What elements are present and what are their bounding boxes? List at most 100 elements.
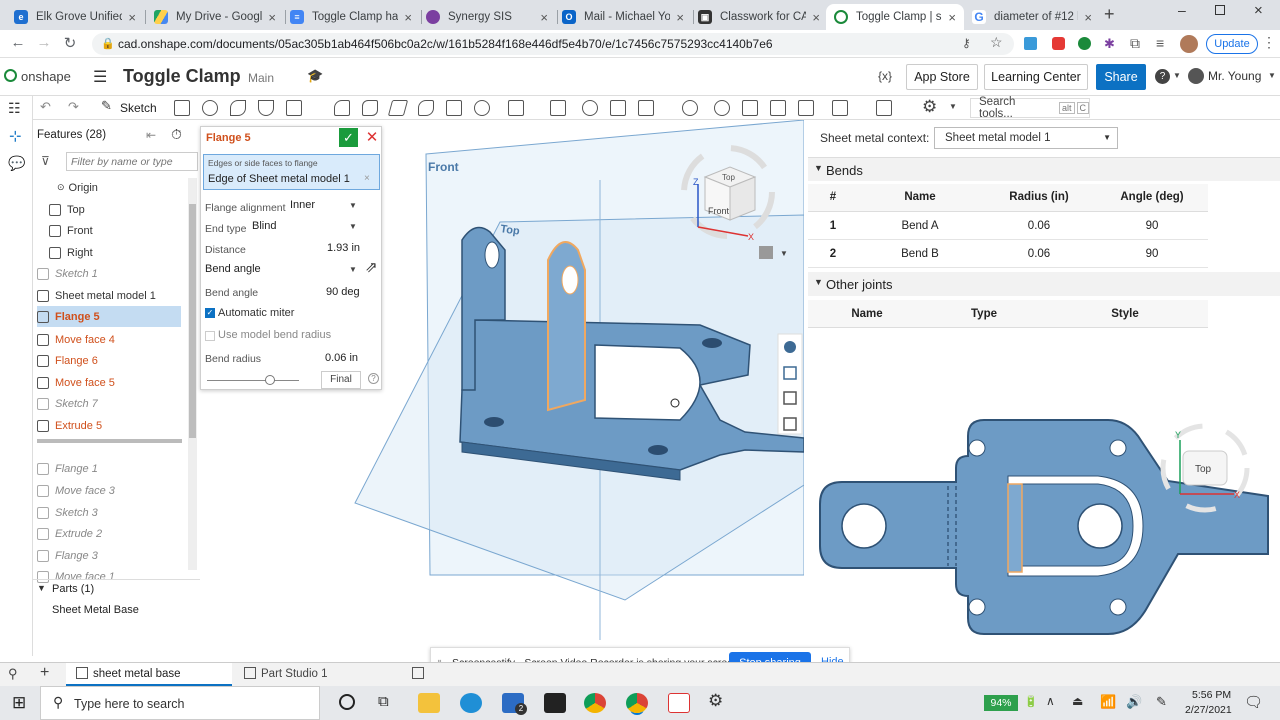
app-logo[interactable]: onshape bbox=[21, 69, 71, 84]
feature-item[interactable]: Top bbox=[49, 199, 181, 220]
flip-direction-icon[interactable]: ⇗ bbox=[365, 258, 378, 276]
windows-start-icon[interactable]: ⊞ bbox=[12, 693, 26, 713]
update-button[interactable]: Update bbox=[1206, 34, 1258, 54]
mirror-icon[interactable] bbox=[550, 100, 566, 116]
hamburger-icon[interactable]: ☰ bbox=[93, 67, 107, 87]
browser-tab[interactable]: Synergy SIS × bbox=[418, 4, 556, 30]
feature-item[interactable]: Sketch 3 bbox=[37, 502, 181, 523]
maximize-icon[interactable] bbox=[1215, 5, 1225, 15]
end-type-select[interactable]: Blind bbox=[252, 220, 276, 232]
cancel-x-icon[interactable]: ✕ bbox=[365, 128, 379, 147]
tab-part-studio-1[interactable]: Part Studio 1 bbox=[236, 663, 402, 686]
feature-list-icon[interactable]: ☷ bbox=[8, 100, 21, 117]
chevron-down-icon[interactable]: ▼ bbox=[349, 265, 357, 274]
search-icon[interactable]: ⚲ bbox=[8, 666, 18, 682]
close-icon[interactable]: × bbox=[676, 10, 684, 25]
feature-item[interactable]: ⊙ Origin bbox=[57, 177, 181, 198]
feature-item[interactable]: Sheet metal model 1 bbox=[37, 285, 181, 306]
parts-header[interactable]: Parts (1) bbox=[52, 583, 94, 595]
view-mode-icon[interactable] bbox=[759, 246, 773, 259]
bends-section-header[interactable]: ▼ Bends bbox=[808, 157, 1280, 181]
feature-item[interactable]: Front bbox=[49, 220, 181, 241]
cortana-icon[interactable] bbox=[339, 694, 355, 710]
profile-avatar[interactable] bbox=[1180, 35, 1198, 53]
chevron-up-icon[interactable]: ∧ bbox=[1046, 694, 1055, 708]
usb-icon[interactable]: ⏏ bbox=[1072, 694, 1083, 708]
column-header[interactable]: Name bbox=[808, 308, 926, 320]
file-explorer-icon[interactable] bbox=[418, 693, 440, 713]
forward-icon[interactable]: → bbox=[34, 34, 54, 51]
hole-icon[interactable] bbox=[474, 100, 490, 116]
battery-icon[interactable]: 🔋 bbox=[1024, 695, 1038, 708]
final-button[interactable]: Final bbox=[321, 371, 361, 389]
pdf-icon[interactable] bbox=[668, 693, 690, 713]
reload-icon[interactable]: ↻ bbox=[60, 34, 80, 52]
chevron-down-icon[interactable]: ▼ bbox=[780, 249, 788, 258]
bend-radius-input[interactable]: 0.06 in bbox=[325, 352, 358, 364]
browser-tab[interactable]: e Elk Grove Unified × bbox=[6, 4, 144, 30]
battery-indicator[interactable]: 94% bbox=[984, 695, 1018, 711]
chevron-down-icon[interactable]: ▼ bbox=[37, 583, 46, 593]
delete-part-icon[interactable] bbox=[682, 100, 698, 116]
help-icon[interactable]: ? bbox=[1155, 69, 1170, 84]
browser-tab[interactable]: G diameter of #12 b × bbox=[964, 4, 1100, 30]
feature-item[interactable]: Move face 5 bbox=[37, 372, 181, 393]
variables-icon[interactable]: {x} bbox=[878, 69, 892, 83]
close-icon[interactable]: × bbox=[948, 10, 956, 25]
add-tab-icon[interactable]: + bbox=[40, 664, 49, 682]
volume-icon[interactable]: 🔊 bbox=[1126, 694, 1142, 710]
notifications-icon[interactable]: 🗨 bbox=[1244, 693, 1263, 711]
new-tab-icon[interactable]: + bbox=[1104, 4, 1115, 25]
flat-bend-flange-5[interactable] bbox=[1007, 483, 1023, 573]
automatic-miter-checkbox[interactable]: ✓ bbox=[205, 308, 215, 318]
close-icon[interactable]: × bbox=[128, 10, 136, 25]
comments-icon[interactable]: 💬 bbox=[8, 155, 25, 172]
extension-icon[interactable] bbox=[1078, 37, 1091, 50]
tab-sheet-metal-base[interactable]: sheet metal base bbox=[66, 663, 232, 686]
column-header[interactable]: # bbox=[808, 191, 858, 203]
back-icon[interactable]: ← bbox=[8, 34, 28, 51]
bend-angle-input[interactable]: 90 deg bbox=[326, 286, 360, 298]
selection-chip[interactable]: Edge of Sheet metal model 1 bbox=[208, 173, 350, 185]
fillet-icon[interactable] bbox=[334, 100, 350, 116]
split-icon[interactable] bbox=[610, 100, 626, 116]
learning-center-button[interactable]: Learning Center bbox=[984, 64, 1088, 90]
table-row[interactable]: 1 Bend A 0.06 90 bbox=[808, 212, 1208, 240]
revolve-icon[interactable] bbox=[202, 100, 218, 116]
browser-tab[interactable]: O Mail - Michael You × bbox=[554, 4, 692, 30]
extension-icon[interactable] bbox=[1024, 37, 1037, 50]
chevron-down-icon[interactable]: ▼ bbox=[349, 222, 357, 231]
feature-item[interactable]: Flange 1 bbox=[37, 458, 181, 479]
url-field[interactable]: 🔒 cad.onshape.com/documents/05ac305b1ab4… bbox=[92, 33, 1014, 55]
transform-icon[interactable] bbox=[638, 100, 654, 116]
feature-item[interactable]: Flange 3 bbox=[37, 545, 181, 566]
plane-icon[interactable] bbox=[832, 100, 848, 116]
app-store-button[interactable]: App Store bbox=[906, 64, 978, 90]
pattern-icon[interactable] bbox=[508, 100, 524, 116]
replace-face-icon[interactable] bbox=[798, 100, 814, 116]
use-model-bend-radius-checkbox[interactable] bbox=[205, 331, 215, 341]
browser-tab[interactable]: My Drive - Google × bbox=[146, 4, 284, 30]
loft-icon[interactable] bbox=[258, 100, 274, 116]
user-name[interactable]: Mr. Young bbox=[1208, 69, 1261, 83]
search-tools-input[interactable]: Search tools... alt C bbox=[970, 96, 1090, 120]
delete-face-icon[interactable] bbox=[742, 100, 758, 116]
rollback-bar[interactable] bbox=[37, 439, 182, 443]
boolean-icon[interactable] bbox=[582, 100, 598, 116]
pen-icon[interactable]: ✎ bbox=[1156, 694, 1167, 710]
browser-tab[interactable]: ▣ Classwork for CAD × bbox=[690, 4, 828, 30]
feature-item[interactable]: Move face 3 bbox=[37, 480, 181, 501]
puzzle-icon[interactable]: ⧉ bbox=[1130, 35, 1140, 52]
close-window-icon[interactable]: × bbox=[1254, 2, 1263, 19]
column-header[interactable]: Radius (in) bbox=[982, 191, 1096, 203]
settings-icon[interactable]: ⚙ bbox=[708, 691, 723, 711]
close-icon[interactable]: × bbox=[404, 10, 412, 25]
context-select[interactable]: Sheet metal model 1 ▼ bbox=[934, 127, 1118, 149]
gear-icon[interactable]: ⚙ bbox=[922, 97, 937, 117]
redo-icon[interactable]: ↷ bbox=[68, 99, 79, 115]
assembly-icon[interactable] bbox=[412, 667, 424, 679]
sweep-icon[interactable] bbox=[230, 100, 246, 116]
close-icon[interactable]: × bbox=[1084, 10, 1092, 25]
help-icon[interactable]: ? bbox=[368, 373, 379, 384]
branch-label[interactable]: Main bbox=[248, 71, 274, 85]
